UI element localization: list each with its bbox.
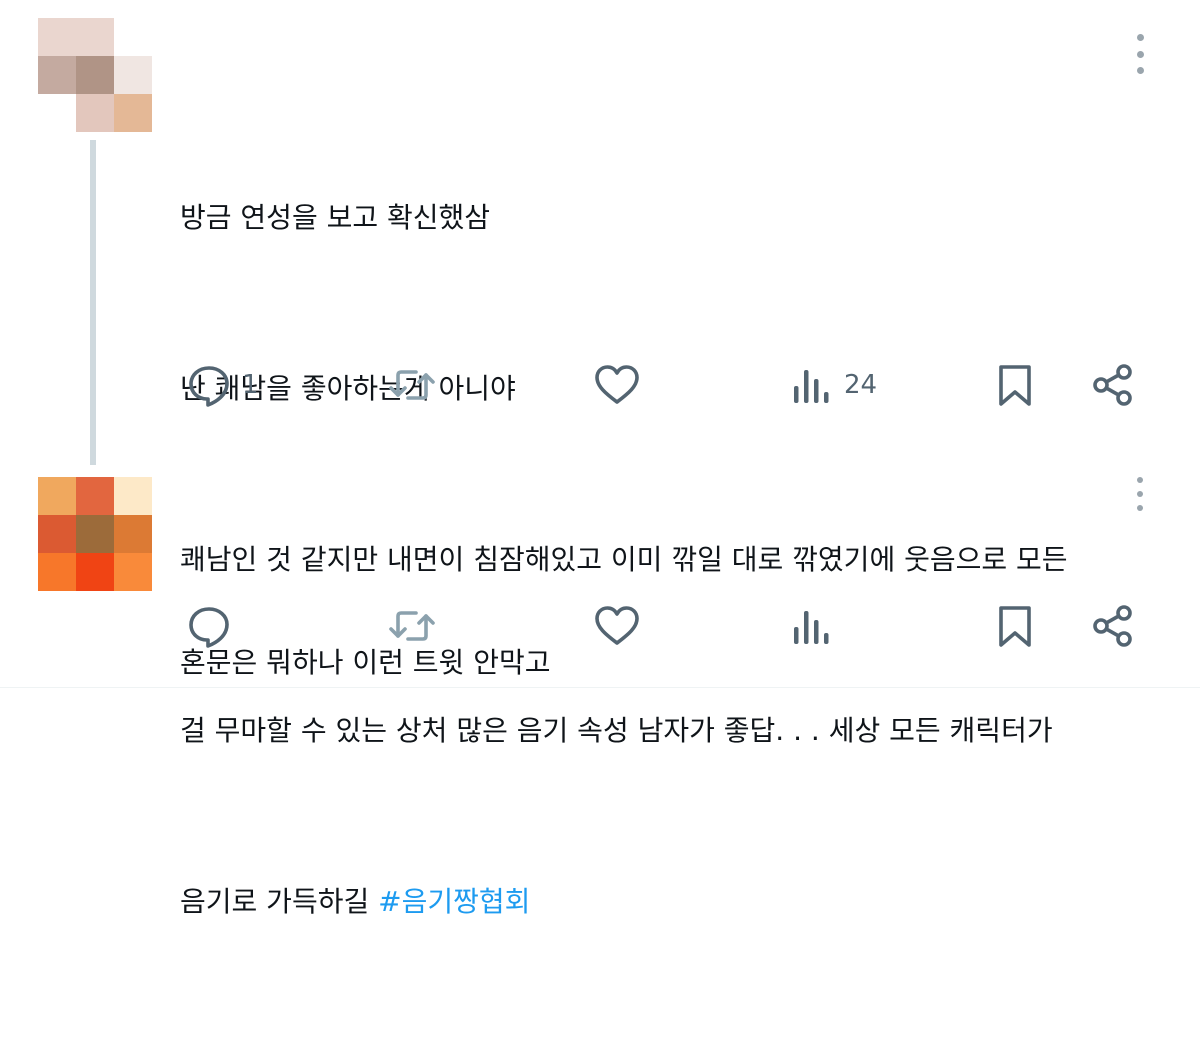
share-icon bbox=[1093, 364, 1132, 406]
share-button[interactable] bbox=[1090, 355, 1136, 415]
views-button[interactable] bbox=[790, 596, 834, 656]
avatar[interactable] bbox=[38, 477, 152, 591]
reply-button[interactable] bbox=[186, 596, 232, 656]
heart-icon bbox=[595, 606, 639, 645]
avatar-pixel bbox=[114, 56, 152, 94]
bookmark-icon bbox=[999, 365, 1031, 406]
avatar-pixel bbox=[114, 18, 152, 56]
tweet[interactable]: 방금 연성을 보고 확신했삼 난 쾌남을 좋아하는게 아니야 쾌남인 것 같지만… bbox=[0, 0, 1200, 918]
bookmark-icon bbox=[999, 606, 1031, 647]
share-icon bbox=[1093, 605, 1132, 647]
avatar-pixel bbox=[38, 18, 76, 56]
like-button[interactable] bbox=[593, 596, 641, 656]
bookmark-button[interactable] bbox=[995, 596, 1035, 656]
tweet-action-bar bbox=[0, 596, 1200, 656]
avatar-pixel bbox=[76, 515, 114, 553]
feed-divider bbox=[0, 687, 1200, 688]
avatar-pixel bbox=[38, 553, 76, 591]
share-button[interactable] bbox=[1090, 596, 1136, 656]
like-button[interactable] bbox=[593, 355, 641, 415]
tweet-text-segment: 음기로 가득하길 bbox=[180, 885, 379, 918]
tweet[interactable]: 혼문은 뭐하나 이런 트윗 안막고 bbox=[0, 465, 1200, 687]
more-vertical-icon bbox=[1137, 477, 1143, 483]
reply-button[interactable]: 1 bbox=[186, 355, 259, 415]
more-options-button[interactable] bbox=[1128, 477, 1152, 511]
retweet-button[interactable] bbox=[386, 596, 438, 656]
tweet-action-bar: 1 24 bbox=[0, 355, 1200, 415]
avatar-pixel bbox=[76, 94, 114, 132]
avatar-pixel bbox=[38, 515, 76, 553]
views-button[interactable]: 24 bbox=[790, 355, 877, 415]
tweet-text-line: 음기로 가득하길 #음기짱협회 bbox=[180, 873, 1068, 930]
avatar[interactable] bbox=[38, 18, 152, 132]
avatar-pixel bbox=[76, 18, 114, 56]
reply-count: 1 bbox=[242, 370, 259, 400]
reply-bubble-icon bbox=[189, 607, 229, 648]
more-vertical-icon bbox=[1136, 67, 1144, 74]
more-vertical-icon bbox=[1137, 505, 1143, 511]
reply-bubble-icon bbox=[189, 366, 229, 407]
avatar-pixel bbox=[76, 553, 114, 591]
more-options-button[interactable] bbox=[1128, 34, 1152, 74]
thread-connector-line bbox=[90, 140, 96, 465]
views-bar-chart-icon bbox=[794, 370, 829, 403]
retweet-icon bbox=[389, 370, 435, 400]
tweet-text: 혼문은 뭐하나 이런 트윗 안막고 bbox=[180, 520, 550, 805]
more-vertical-icon bbox=[1136, 34, 1144, 41]
avatar-pixel bbox=[38, 477, 76, 515]
avatar-pixel bbox=[38, 94, 76, 132]
more-vertical-icon bbox=[1137, 491, 1143, 497]
retweet-button[interactable] bbox=[386, 355, 438, 415]
avatar-pixel bbox=[76, 56, 114, 94]
avatar-pixel bbox=[114, 515, 152, 553]
view-count: 24 bbox=[844, 370, 878, 400]
heart-icon bbox=[595, 365, 639, 404]
tweet-text-line: 방금 연성을 보고 확신했삼 bbox=[180, 201, 491, 234]
bookmark-button[interactable] bbox=[995, 355, 1035, 415]
avatar-pixel bbox=[76, 477, 114, 515]
avatar-pixel bbox=[114, 553, 152, 591]
hashtag-link[interactable]: #음기짱협회 bbox=[378, 885, 530, 918]
more-vertical-icon bbox=[1136, 50, 1144, 58]
avatar-pixel bbox=[114, 477, 152, 515]
retweet-icon bbox=[389, 611, 435, 641]
views-bar-chart-icon bbox=[794, 611, 829, 644]
avatar-pixel bbox=[114, 94, 152, 132]
avatar-pixel bbox=[38, 56, 76, 94]
